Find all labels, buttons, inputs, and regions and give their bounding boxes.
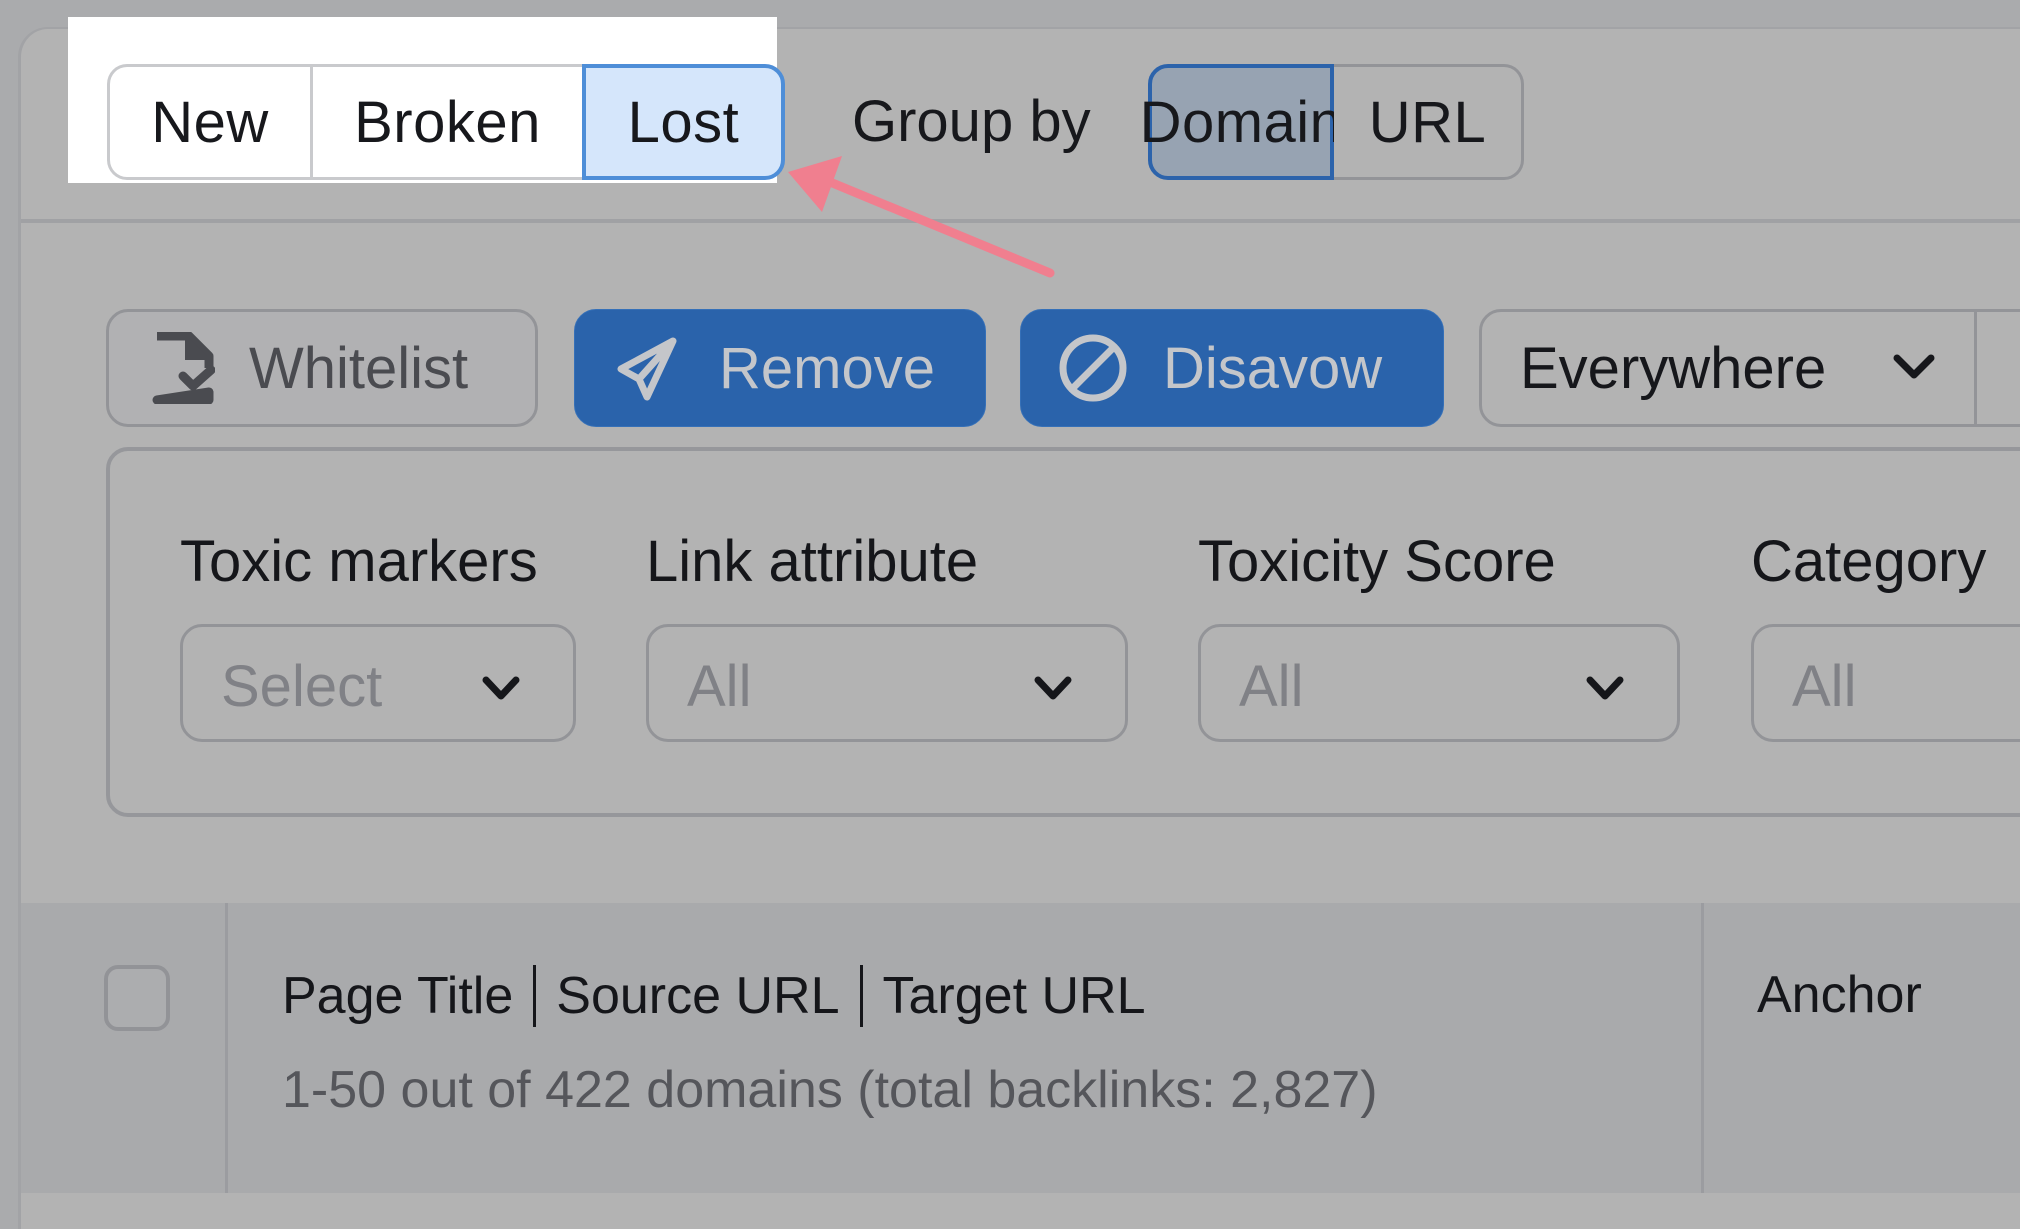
chevron-down-icon	[1034, 676, 1072, 700]
tab-new[interactable]: New	[107, 64, 312, 180]
select-all-checkbox[interactable]	[104, 965, 170, 1031]
filter-label-toxic-markers: Toxic markers	[180, 529, 538, 594]
column-separator	[533, 965, 537, 1027]
scope-dropdown[interactable]: Everywhere	[1479, 309, 1977, 427]
send-paper-plane-icon	[617, 337, 677, 401]
category-value: All	[1792, 654, 1857, 719]
results-summary: 1-50 out of 422 domains (total backlinks…	[282, 1061, 1378, 1119]
prohibited-icon	[1059, 334, 1127, 402]
whitelist-button[interactable]: Whitelist	[106, 309, 538, 427]
toxicity-score-select[interactable]: All	[1198, 624, 1680, 742]
column-divider	[1701, 903, 1704, 1193]
remove-button[interactable]: Remove	[574, 309, 986, 427]
link-attribute-value: All	[687, 654, 752, 719]
group-by-domain[interactable]: Domain	[1140, 64, 1342, 180]
whitelist-label: Whitelist	[249, 335, 469, 401]
toxic-markers-value: Select	[221, 654, 383, 719]
chevron-down-icon	[482, 676, 520, 700]
table-header	[18, 903, 2020, 1193]
column-separator	[859, 965, 863, 1027]
filter-label-category: Category	[1751, 529, 1987, 594]
link-attribute-select[interactable]: All	[646, 624, 1128, 742]
filter-label-toxicity-score: Toxicity Score	[1198, 529, 1556, 594]
group-by-url[interactable]: URL	[1334, 64, 1524, 180]
disavow-button[interactable]: Disavow	[1020, 309, 1444, 427]
column-target-url: Target URL	[882, 967, 1146, 1025]
filter-label-link-attribute: Link attribute	[646, 529, 979, 594]
category-select[interactable]: All	[1751, 624, 2020, 742]
remove-label: Remove	[719, 335, 935, 401]
group-by-label: Group by	[852, 89, 1091, 154]
link-type-segmented-control: New Broken Lost	[107, 64, 785, 180]
toxicity-score-value: All	[1239, 654, 1304, 719]
chevron-down-icon	[1893, 354, 1935, 379]
annotation-arrow-icon	[788, 156, 1055, 278]
group-by-segmented-control: Domain URL	[1140, 64, 1524, 180]
column-source-url: Source URL	[556, 967, 840, 1025]
column-page-title: Page Title	[282, 967, 514, 1025]
tab-broken[interactable]: Broken	[312, 64, 582, 180]
chevron-down-icon	[1586, 676, 1624, 700]
scope-dropdown-value: Everywhere	[1520, 335, 1827, 401]
disavow-label: Disavow	[1163, 335, 1383, 401]
column-divider	[225, 903, 228, 1193]
toolbar-next-control[interactable]	[1977, 309, 2020, 427]
document-check-icon	[152, 332, 215, 404]
tab-lost[interactable]: Lost	[582, 64, 785, 180]
toxic-markers-select[interactable]: Select	[180, 624, 576, 742]
column-header-page-info[interactable]: Page Title Source URL Target URL	[282, 965, 1146, 1027]
column-header-anchor[interactable]: Anchor	[1757, 965, 1922, 1025]
